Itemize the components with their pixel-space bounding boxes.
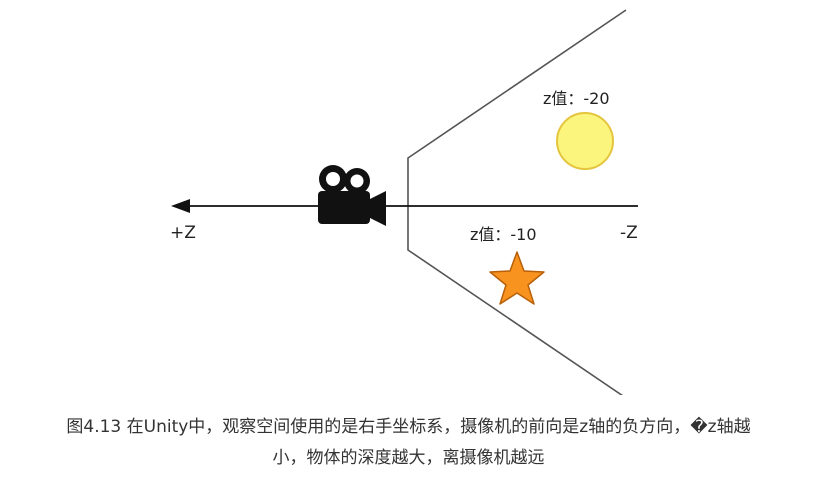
camera-lens: [368, 191, 386, 226]
view-space-diagram: +Z -Z z值：-20 z值：-10: [170, 9, 638, 395]
axis-label-plus-z: +Z: [170, 223, 196, 243]
camera-body: [318, 191, 370, 224]
sphere-icon: [556, 112, 614, 170]
figure-caption: 图4.13 在Unity中，观察空间使用的是右手坐标系，摄像机的前向是z轴的负方…: [0, 412, 817, 474]
caption-line-1: 图4.13 在Unity中，观察空间使用的是右手坐标系，摄像机的前向是z轴的负方…: [66, 417, 751, 437]
camera-icon: [318, 165, 386, 226]
star-icon: [489, 251, 545, 305]
sphere-z-value-label: z值：-20: [543, 89, 610, 108]
axis-label-minus-z: -Z: [620, 223, 638, 243]
frustum-outline: [407, 9, 627, 395]
caption-line-2: 小，物体的深度越大，离摄像机越远: [272, 448, 545, 468]
star-z-value-label: z值：-10: [470, 225, 537, 244]
z-axis-arrowhead: [171, 199, 190, 213]
camera-reel-left-hole: [326, 172, 340, 186]
camera-reel-right-hole: [350, 174, 364, 188]
